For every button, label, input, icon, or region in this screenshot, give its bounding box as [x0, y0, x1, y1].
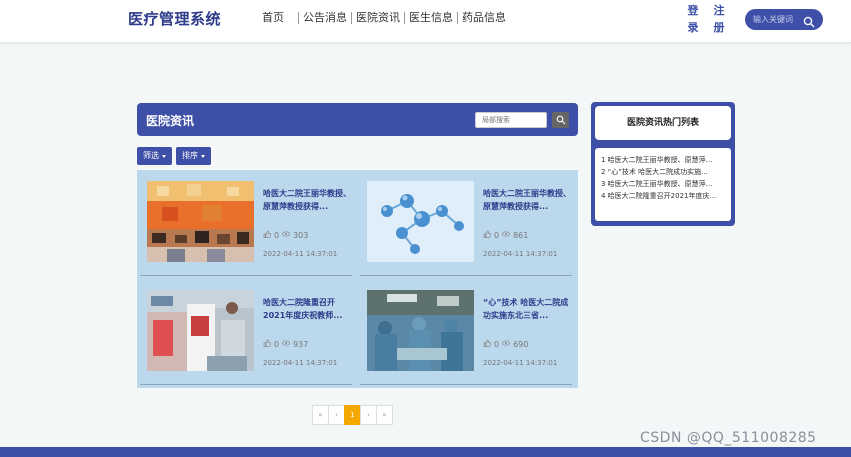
caret-down-icon	[162, 154, 166, 158]
like-count: 0	[494, 339, 500, 349]
news-panel-header: 医院资讯	[137, 103, 578, 136]
nav-hospital-news[interactable]: 医院资讯	[352, 11, 404, 25]
search-icon	[556, 115, 566, 125]
thumb-up-icon[interactable]	[263, 339, 272, 349]
news-stats: 0 937	[263, 339, 308, 349]
nav-announcements[interactable]: 公告消息	[299, 11, 351, 25]
news-thumbnail-molecules[interactable]	[367, 181, 474, 262]
thumb-up-icon[interactable]	[483, 230, 492, 240]
global-search	[745, 9, 823, 30]
hot-news-list: 1 哈医大二院王丽华教授、原慧萍... 2 “心”技术 哈医大二院成功实施...…	[595, 148, 731, 221]
global-search-input[interactable]	[753, 13, 805, 26]
news-date: 2022-04-11 14:37:01	[263, 250, 338, 258]
login-link[interactable]: 登 录	[687, 2, 699, 36]
thumb-up-icon[interactable]	[483, 339, 492, 349]
hot-news-item[interactable]: 3 哈医大二院王丽华教授、原慧萍...	[601, 178, 727, 190]
nav-medicine-info[interactable]: 药品信息	[458, 11, 510, 25]
login-char-2: 录	[687, 21, 699, 34]
filter-label: 筛选	[143, 151, 159, 160]
news-card[interactable]: 哈医大二院隆重召开2021年度庆祝教师... 0 937 2022-04-11 …	[140, 282, 352, 385]
hot-news-item[interactable]: 2 “心”技术 哈医大二院成功实施...	[601, 166, 727, 178]
view-count: 937	[293, 339, 309, 349]
like-count: 0	[274, 339, 280, 349]
view-count: 861	[513, 230, 529, 240]
news-thumbnail-ceremony[interactable]	[147, 181, 254, 262]
hot-news-item[interactable]: 4 哈医大二院隆重召开2021年度庆...	[601, 190, 727, 202]
top-navbar: 医疗管理系统 首页 公告消息 医院资讯 医生信息 药品信息 登 录 注 册	[0, 0, 851, 43]
filter-dropdown[interactable]: 筛选	[137, 147, 172, 165]
filter-toolbar: 筛选 排序	[137, 147, 211, 165]
search-icon[interactable]	[803, 13, 815, 28]
page-next-button[interactable]: ›	[360, 405, 377, 425]
news-date: 2022-04-11 14:37:01	[483, 359, 558, 367]
like-count: 0	[494, 230, 500, 240]
footer-bar	[0, 447, 851, 457]
hot-news-title: 医院资讯热门列表	[595, 106, 731, 140]
news-stats: 0 303	[263, 230, 308, 240]
news-card[interactable]: 哈医大二院王丽华教授、原慧萍教授获得... 0 861 2022-04-11 1…	[360, 173, 572, 276]
news-grid: 哈医大二院王丽华教授、原慧萍教授获得... 0 303 2022-04-11 1…	[137, 170, 578, 388]
news-card[interactable]: “心”技术 哈医大二院成功实施东北三省... 0 690 2022-04-11 …	[360, 282, 572, 385]
like-count: 0	[274, 230, 280, 240]
news-title[interactable]: 哈医大二院王丽华教授、原慧萍教授获得...	[483, 187, 573, 213]
news-title[interactable]: 哈医大二院隆重召开2021年度庆祝教师...	[263, 296, 353, 322]
panel-title: 医院资讯	[146, 114, 195, 128]
news-title[interactable]: “心”技术 哈医大二院成功实施东北三省...	[483, 296, 573, 322]
page-prev-button[interactable]: ‹	[328, 405, 345, 425]
nav-doctor-info[interactable]: 医生信息	[405, 11, 457, 25]
register-link[interactable]: 注 册	[713, 2, 725, 36]
news-date: 2022-04-11 14:37:01	[263, 359, 338, 367]
news-title[interactable]: 哈医大二院王丽华教授、原慧萍教授获得...	[263, 187, 353, 213]
eye-icon	[282, 230, 290, 240]
news-stats: 0 690	[483, 339, 528, 349]
sort-label: 排序	[182, 151, 198, 160]
news-thumbnail-meeting[interactable]	[147, 290, 254, 371]
eye-icon	[282, 339, 290, 349]
brand-title[interactable]: 医疗管理系统	[128, 8, 221, 29]
register-char-2: 册	[713, 21, 725, 34]
news-thumbnail-surgery[interactable]	[367, 290, 474, 371]
news-date: 2022-04-11 14:37:01	[483, 250, 558, 258]
page-last-button[interactable]: »	[376, 405, 393, 425]
view-count: 690	[513, 339, 529, 349]
hot-news-item[interactable]: 1 哈医大二院王丽华教授、原慧萍...	[601, 154, 727, 166]
news-stats: 0 861	[483, 230, 528, 240]
local-search-button[interactable]	[552, 112, 569, 128]
news-card[interactable]: 哈医大二院王丽华教授、原慧萍教授获得... 0 303 2022-04-11 1…	[140, 173, 352, 276]
eye-icon	[502, 230, 510, 240]
thumb-up-icon[interactable]	[263, 230, 272, 240]
pagination: « ‹ 1 › »	[312, 405, 393, 425]
watermark: CSDN @QQ_511008285	[640, 430, 817, 446]
sort-dropdown[interactable]: 排序	[176, 147, 211, 165]
view-count: 303	[293, 230, 309, 240]
main-nav: 首页 公告消息 医院资讯 医生信息 药品信息	[258, 11, 510, 25]
eye-icon	[502, 339, 510, 349]
register-char-1: 注	[713, 4, 725, 17]
login-char-1: 登	[687, 4, 699, 17]
page-current-button[interactable]: 1	[344, 405, 361, 425]
nav-home[interactable]: 首页	[258, 11, 288, 25]
caret-down-icon	[201, 154, 205, 158]
local-search-input[interactable]	[475, 112, 547, 128]
hot-news-box: 医院资讯热门列表 1 哈医大二院王丽华教授、原慧萍... 2 “心”技术 哈医大…	[591, 102, 735, 226]
page-first-button[interactable]: «	[312, 405, 329, 425]
